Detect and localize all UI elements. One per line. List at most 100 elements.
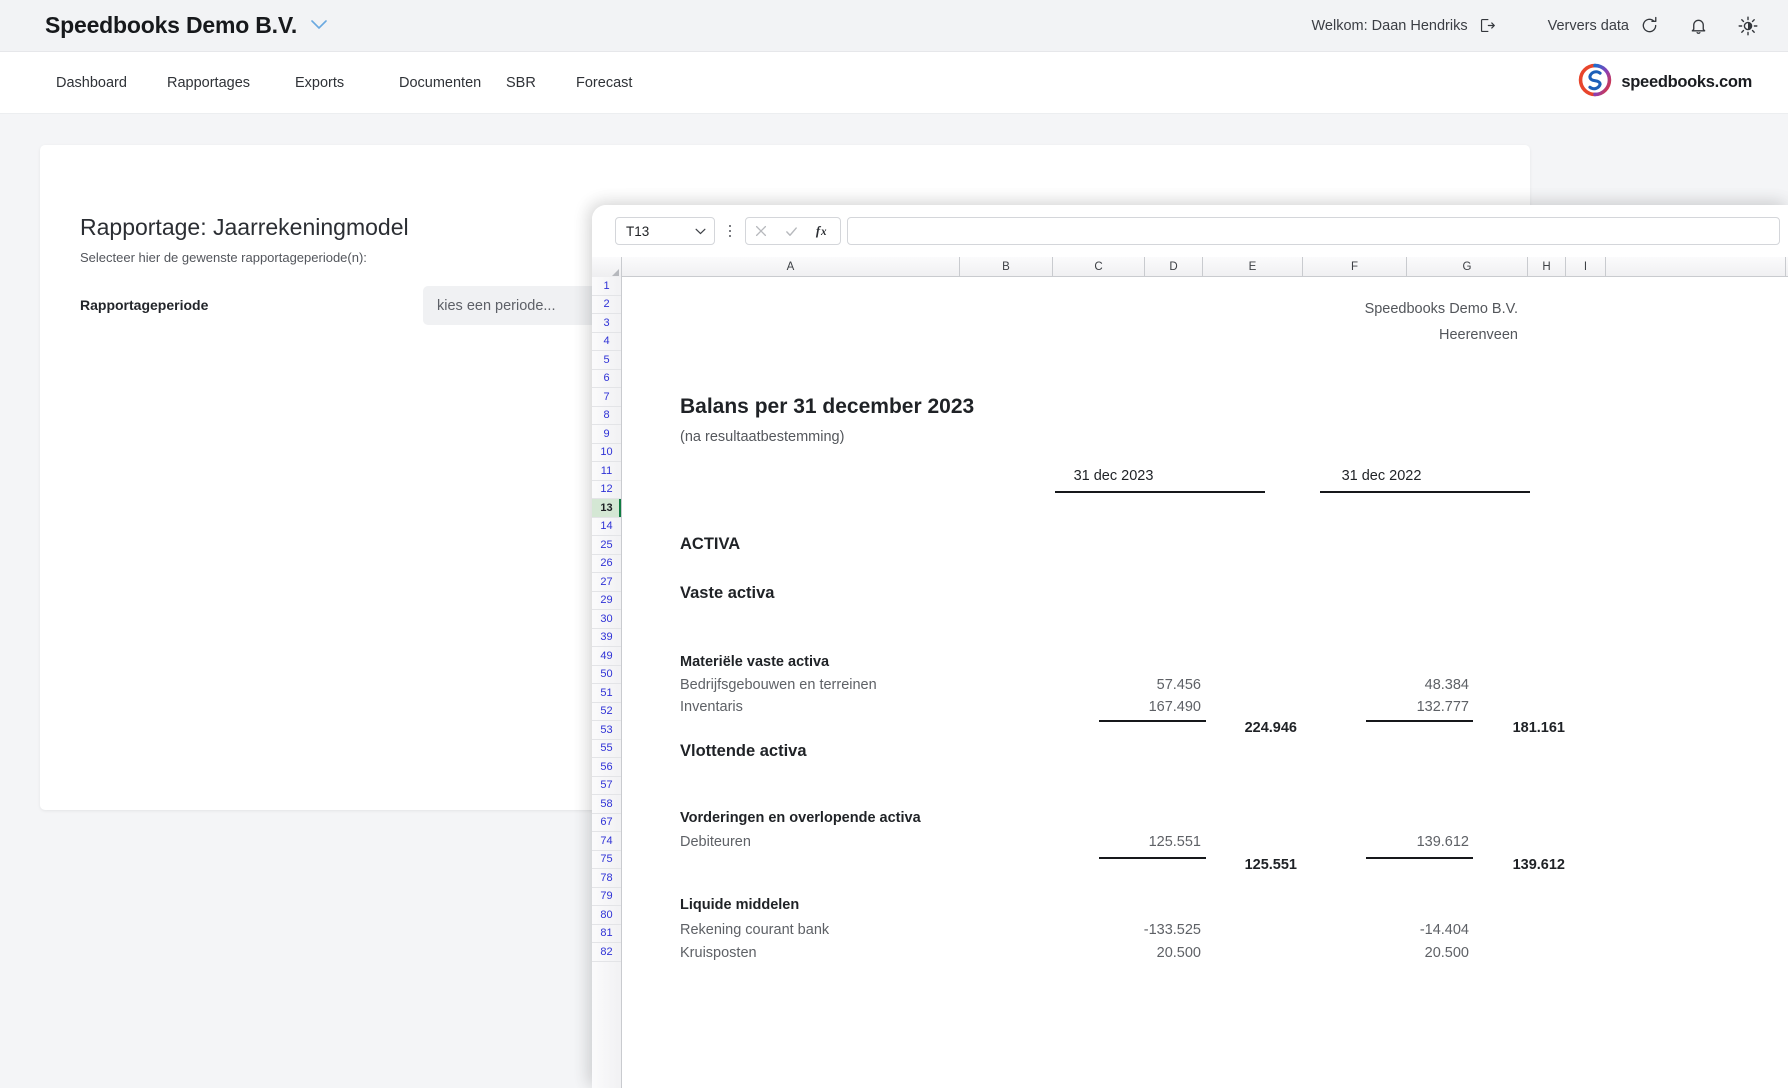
row-header-27[interactable]: 27 bbox=[592, 573, 621, 592]
row-header-39[interactable]: 39 bbox=[592, 629, 621, 648]
cell-total-mva-2022: 181.161 bbox=[1390, 720, 1565, 736]
confirm-icon[interactable] bbox=[784, 224, 799, 239]
row-header-2[interactable]: 2 bbox=[592, 296, 621, 315]
row-header-55[interactable]: 55 bbox=[592, 740, 621, 759]
cell-kruisposten-2022: 20.500 bbox=[1294, 945, 1469, 961]
row-header-14[interactable]: 14 bbox=[592, 518, 621, 537]
row-header-57[interactable]: 57 bbox=[592, 777, 621, 796]
logo-text: speedbooks.com bbox=[1621, 73, 1752, 92]
row-header-7[interactable]: 7 bbox=[592, 388, 621, 407]
row-header-4[interactable]: 4 bbox=[592, 333, 621, 352]
cell-inventaris-2022: 132.777 bbox=[1294, 699, 1469, 715]
row-header-75[interactable]: 75 bbox=[592, 851, 621, 870]
grid-body: 1234567891011121314252627293039495051525… bbox=[592, 277, 1788, 1088]
refresh-icon[interactable] bbox=[1640, 16, 1659, 35]
row-header-26[interactable]: 26 bbox=[592, 555, 621, 574]
row-header-51[interactable]: 51 bbox=[592, 684, 621, 703]
column-header-e[interactable]: E bbox=[1203, 257, 1303, 277]
cell-debiteuren-2023: 125.551 bbox=[1026, 834, 1201, 850]
refresh-data-button[interactable]: Ververs data bbox=[1548, 16, 1659, 35]
fx-icon[interactable]: f x bbox=[815, 223, 832, 239]
column-header-d[interactable]: D bbox=[1145, 257, 1203, 277]
company-name: Speedbooks Demo B.V. bbox=[45, 12, 297, 39]
company-switcher[interactable]: Speedbooks Demo B.V. bbox=[45, 12, 327, 39]
svg-text:x: x bbox=[820, 226, 827, 238]
row-header-11[interactable]: 11 bbox=[592, 462, 621, 481]
row-header-53[interactable]: 53 bbox=[592, 721, 621, 740]
period-label: Rapportageperiode bbox=[80, 297, 208, 313]
row-header-81[interactable]: 81 bbox=[592, 925, 621, 944]
row-header-29[interactable]: 29 bbox=[592, 592, 621, 611]
column-header-overflow[interactable] bbox=[1606, 257, 1786, 277]
row-header-80[interactable]: 80 bbox=[592, 906, 621, 925]
speedbooks-s-logo bbox=[1578, 63, 1612, 102]
cell-row-rekening-courant: Rekening courant bank bbox=[680, 922, 829, 938]
row-header-25[interactable]: 25 bbox=[592, 536, 621, 555]
row-header-74[interactable]: 74 bbox=[592, 832, 621, 851]
name-box[interactable]: T13 bbox=[615, 217, 715, 245]
cell-rekening-2023: -133.525 bbox=[1026, 922, 1201, 938]
nav-item-documenten[interactable]: Documenten bbox=[399, 75, 506, 91]
more-options-icon[interactable] bbox=[721, 225, 739, 238]
row-header-79[interactable]: 79 bbox=[592, 888, 621, 907]
column-header-c[interactable]: C bbox=[1053, 257, 1145, 277]
cell-colhead-2022: 31 dec 2022 bbox=[1294, 468, 1469, 484]
sheet-canvas[interactable]: Speedbooks Demo B.V. Heerenveen Balans p… bbox=[622, 277, 1788, 1088]
row-header-67[interactable]: 67 bbox=[592, 814, 621, 833]
logout-icon[interactable] bbox=[1479, 17, 1496, 34]
row-header-78[interactable]: 78 bbox=[592, 869, 621, 888]
chevron-down-icon[interactable] bbox=[695, 222, 706, 240]
column-header-g[interactable]: G bbox=[1407, 257, 1528, 277]
cell-doc-title: Balans per 31 december 2023 bbox=[680, 395, 974, 419]
row-header-12[interactable]: 12 bbox=[592, 481, 621, 500]
brightness-icon[interactable] bbox=[1738, 16, 1758, 36]
cell-company-line1: Speedbooks Demo B.V. bbox=[1365, 301, 1518, 317]
row-header-49[interactable]: 49 bbox=[592, 647, 621, 666]
refresh-label: Ververs data bbox=[1548, 18, 1629, 34]
column-header-h[interactable]: H bbox=[1528, 257, 1566, 277]
row-header-3[interactable]: 3 bbox=[592, 314, 621, 333]
cell-kruisposten-2023: 20.500 bbox=[1026, 945, 1201, 961]
nav-item-rapportages[interactable]: Rapportages bbox=[167, 75, 295, 91]
row-header-6[interactable]: 6 bbox=[592, 370, 621, 389]
cell-row-kruisposten: Kruisposten bbox=[680, 945, 757, 961]
speedbooks-logo[interactable]: speedbooks.com bbox=[1578, 63, 1752, 102]
row-header-5[interactable]: 5 bbox=[592, 351, 621, 370]
column-header-i[interactable]: I bbox=[1566, 257, 1606, 277]
row-header-30[interactable]: 30 bbox=[592, 610, 621, 629]
row-header-9[interactable]: 9 bbox=[592, 425, 621, 444]
column-header-b[interactable]: B bbox=[960, 257, 1053, 277]
cancel-icon[interactable] bbox=[754, 224, 768, 238]
nav-item-exports[interactable]: Exports bbox=[295, 75, 399, 91]
row-header-50[interactable]: 50 bbox=[592, 666, 621, 685]
formula-input[interactable] bbox=[847, 217, 1780, 245]
row-header-1[interactable]: 1 bbox=[592, 277, 621, 296]
row-header-8[interactable]: 8 bbox=[592, 407, 621, 426]
select-all-corner[interactable] bbox=[592, 257, 622, 277]
app-root: Speedbooks Demo B.V. Welkom: Daan Hendri… bbox=[0, 0, 1788, 1088]
row-header-58[interactable]: 58 bbox=[592, 795, 621, 814]
column-header-f[interactable]: F bbox=[1303, 257, 1407, 277]
row-header-52[interactable]: 52 bbox=[592, 703, 621, 722]
top-header-bar: Speedbooks Demo B.V. Welkom: Daan Hendri… bbox=[0, 0, 1788, 52]
row-header-13[interactable]: 13 bbox=[592, 499, 621, 518]
cell-debiteuren-2022: 139.612 bbox=[1294, 834, 1469, 850]
cell-section-vlottende-activa: Vlottende activa bbox=[680, 742, 807, 761]
cell-total-mva-2023: 224.946 bbox=[1122, 720, 1297, 736]
nav-item-sbr[interactable]: SBR bbox=[506, 75, 576, 91]
cell-bedrijfsgebouwen-2022: 48.384 bbox=[1294, 677, 1469, 693]
underline-2023 bbox=[1055, 491, 1265, 493]
nav-item-forecast[interactable]: Forecast bbox=[576, 75, 693, 91]
cell-group-mva: Materiële vaste activa bbox=[680, 654, 829, 670]
row-header-10[interactable]: 10 bbox=[592, 444, 621, 463]
bell-icon[interactable] bbox=[1689, 16, 1708, 35]
row-header-56[interactable]: 56 bbox=[592, 758, 621, 777]
cell-group-liquide: Liquide middelen bbox=[680, 897, 799, 913]
column-header-a[interactable]: A bbox=[622, 257, 960, 277]
nav-item-dashboard[interactable]: Dashboard bbox=[42, 75, 167, 91]
cell-colhead-2023: 31 dec 2023 bbox=[1026, 468, 1201, 484]
row-header-82[interactable]: 82 bbox=[592, 943, 621, 962]
chevron-down-icon[interactable] bbox=[311, 18, 327, 33]
cell-inventaris-2023: 167.490 bbox=[1026, 699, 1201, 715]
cell-row-debiteuren: Debiteuren bbox=[680, 834, 751, 850]
